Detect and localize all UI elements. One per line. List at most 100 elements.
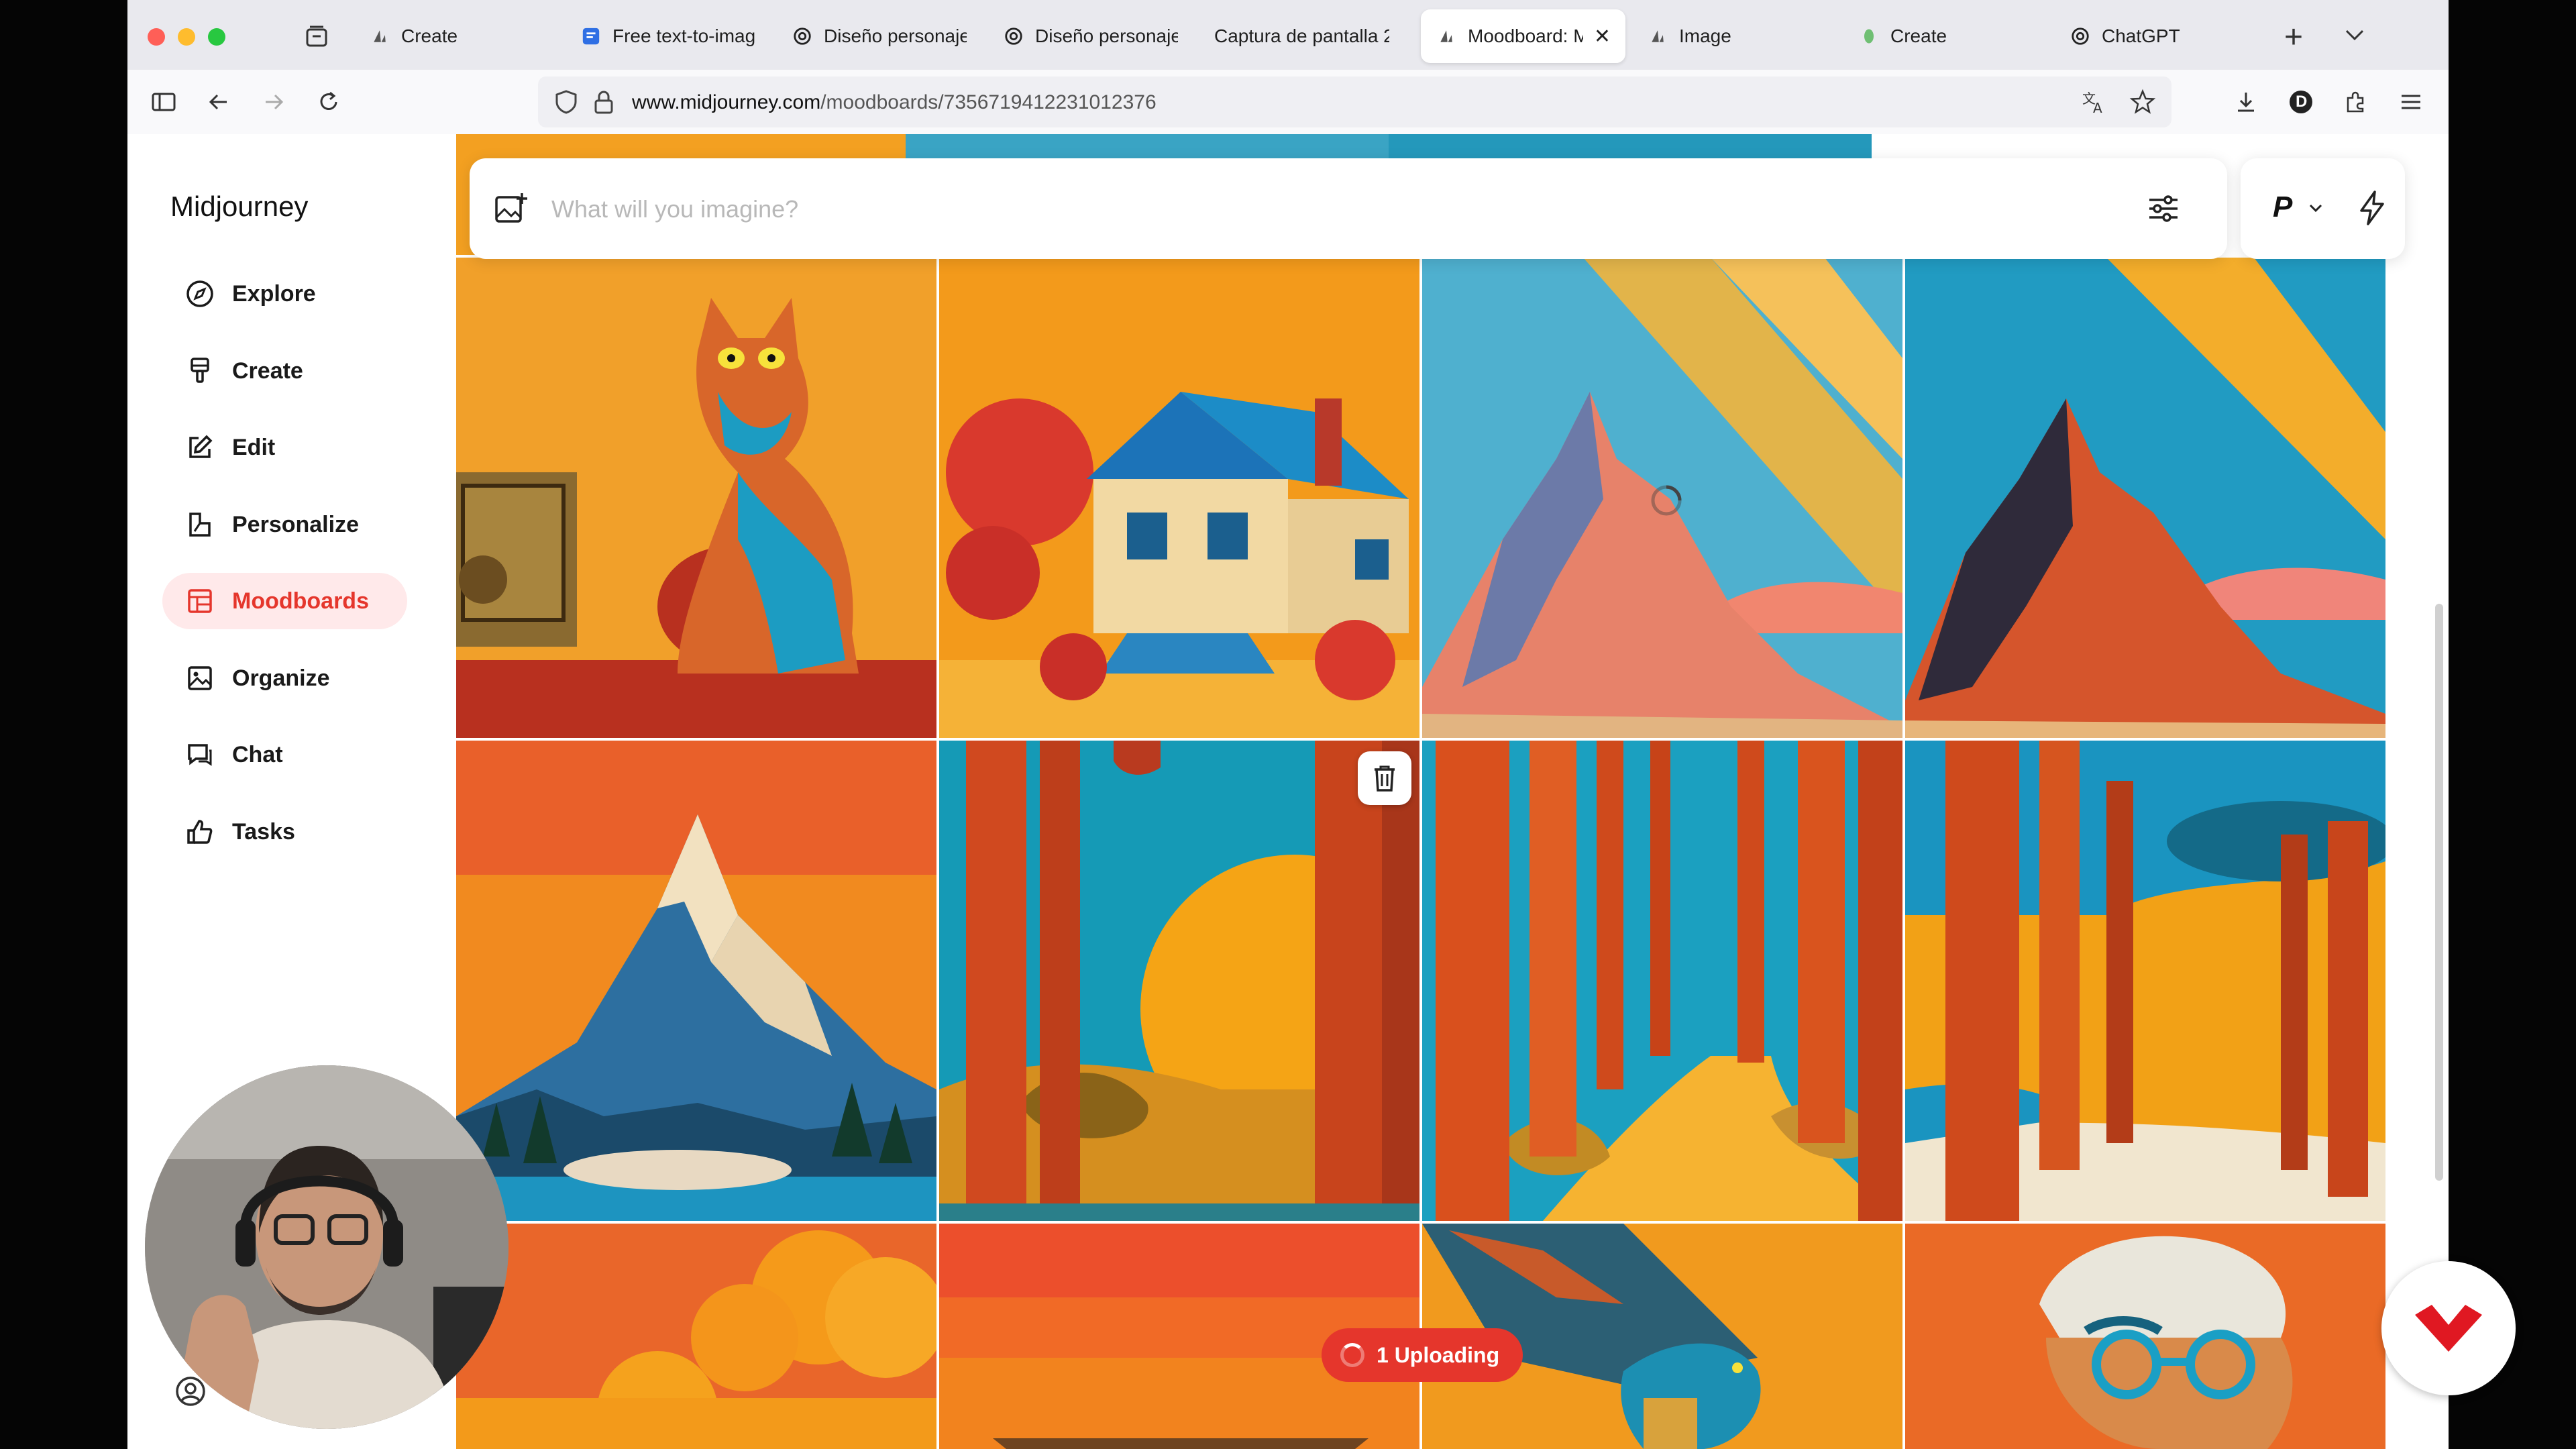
browser-tab[interactable]: Diseño personaje (777, 9, 981, 63)
sidebar-item-label: Personalize (232, 511, 359, 537)
bookmark-star-icon[interactable] (2129, 89, 2156, 119)
sidebar-item-tasks[interactable]: Tasks (162, 804, 407, 860)
moodboard-image-clouds[interactable] (456, 1224, 936, 1449)
browser-tab[interactable]: ChatGPT (2055, 9, 2259, 63)
tab-label: Free text-to-image (612, 25, 755, 46)
minimize-window-button[interactable] (178, 28, 195, 46)
sidebar-item-label: Create (232, 358, 303, 384)
tab-list-chevron-icon[interactable] (2341, 21, 2368, 52)
tab-label: Captura de pantalla 2( (1214, 25, 1389, 46)
lightning-icon[interactable] (2356, 189, 2388, 230)
url-text[interactable]: www.midjourney.com/moodboards/7356719412… (632, 91, 1157, 114)
settings-sliders-icon[interactable] (2147, 192, 2180, 225)
tab-strip: Create Free text-to-image Diseño persona… (127, 0, 2449, 70)
brand-logo-icon (2415, 1305, 2482, 1352)
upload-status-pill[interactable]: 1 Uploading (1322, 1328, 1523, 1382)
browser-tab[interactable]: Diseño personaje (988, 9, 1193, 63)
chat-icon (188, 744, 212, 766)
zoom-window-button[interactable] (208, 28, 225, 46)
midjourney-icon (369, 25, 390, 47)
browser-tab[interactable]: Free text-to-image (566, 9, 770, 63)
svg-text:A: A (2093, 100, 2102, 115)
sidebar-item-personalize[interactable]: Personalize (162, 496, 407, 553)
extensions-icon[interactable] (2343, 89, 2369, 115)
tab-label: Moodboard: Mc (1468, 25, 1583, 46)
moodboard-image-cat[interactable] (456, 258, 936, 738)
midjourney-icon (1436, 25, 1457, 47)
tab-label: Image (1679, 25, 1731, 46)
download-icon[interactable] (2233, 89, 2259, 115)
close-window-button[interactable] (148, 28, 165, 46)
shield-icon[interactable] (553, 89, 580, 119)
browser-tab[interactable]: Create (354, 9, 559, 63)
sidebar-item-explore[interactable]: Explore (162, 266, 407, 322)
forward-arrow-icon[interactable] (260, 89, 287, 115)
tab-label: ChatGPT (2102, 25, 2180, 46)
loading-spinner-icon (1649, 483, 1684, 518)
sidebar-item-edit[interactable]: Edit (162, 419, 407, 476)
prompt-input[interactable] (550, 185, 2096, 233)
mode-controls: P (2241, 158, 2405, 259)
midjourney-icon (1647, 25, 1668, 47)
leaf-icon (1858, 25, 1880, 47)
url-path: /moodboards/7356719412231012376 (820, 91, 1157, 113)
sidebar-item-label: Edit (232, 434, 276, 460)
webcam-overlay (145, 1065, 508, 1429)
tab-label: Create (401, 25, 458, 46)
new-tab-button[interactable]: + (2284, 19, 2303, 56)
sidebar-item-label: Explore (232, 280, 316, 307)
tab-collections-icon[interactable] (303, 23, 330, 50)
chatgpt-icon (2070, 25, 2091, 47)
profile-avatar[interactable]: D (2288, 89, 2314, 115)
thumbs-up-icon (187, 820, 213, 844)
sidebar-item-label: Organize (232, 665, 330, 691)
account-icon[interactable] (174, 1375, 207, 1407)
menu-icon[interactable] (2398, 89, 2424, 115)
trash-icon (1375, 765, 1395, 792)
chatgpt-icon (1003, 25, 1024, 47)
sidebar-toggle-icon[interactable] (150, 89, 177, 115)
brand-logo-badge (2381, 1261, 2516, 1395)
upload-status-text: 1 Uploading (1377, 1342, 1500, 1367)
brush-icon (191, 358, 209, 383)
browser-tab[interactable]: Captura de pantalla 2( (1199, 9, 1404, 63)
brand-title[interactable]: Midjourney (170, 191, 308, 223)
document-icon (580, 25, 602, 47)
upload-spinner-icon (1340, 1343, 1364, 1367)
moodboard-image-house[interactable] (939, 258, 1419, 738)
sidebar-item-chat[interactable]: Chat (162, 727, 407, 783)
browser-tab-active[interactable]: Moodboard: Mc ✕ (1421, 9, 1625, 63)
translate-icon[interactable]: 文A (2081, 89, 2108, 119)
tab-label: Create (1890, 25, 1947, 46)
close-tab-icon[interactable]: ✕ (1594, 25, 1611, 48)
moodboard-icon (188, 589, 212, 613)
moodboard-image-mountain-dark[interactable] (1905, 258, 2385, 738)
browser-tab[interactable]: Create (1843, 9, 2048, 63)
edit-icon (189, 435, 213, 458)
sidebar-item-moodboards[interactable]: Moodboards (162, 573, 407, 629)
moodboard-image-old-man[interactable] (1905, 1224, 2385, 1449)
prompt-bar (470, 158, 2227, 259)
sidebar-item-label: Tasks (232, 818, 295, 845)
back-arrow-icon[interactable] (205, 89, 232, 115)
chevron-down-icon[interactable] (2306, 199, 2325, 221)
moodboard-image-mountain-snow[interactable] (456, 741, 936, 1221)
sidebar-item-organize[interactable]: Organize (162, 650, 407, 706)
scrollbar[interactable] (2435, 604, 2443, 1181)
moodboard-image-forest-sun[interactable] (939, 741, 1419, 1221)
compass-icon (186, 280, 213, 307)
chatgpt-icon (792, 25, 813, 47)
reload-icon[interactable] (315, 89, 342, 115)
moodboard-image-forest-trees[interactable] (1905, 741, 2385, 1221)
browser-tab[interactable]: Image (1632, 9, 1837, 63)
tab-label: Diseño personaje (1035, 25, 1178, 46)
profile-initial: D (2296, 93, 2308, 111)
address-bar[interactable]: www.midjourney.com/moodboards/7356719412… (538, 76, 2171, 127)
sidebar-item-create[interactable]: Create (162, 343, 407, 399)
moodboard-image-forest-path[interactable] (1422, 741, 1902, 1221)
delete-image-button[interactable] (1358, 751, 1411, 805)
lock-icon[interactable] (592, 89, 616, 119)
sidebar-item-label: Chat (232, 741, 283, 767)
personalization-toggle[interactable]: P (2273, 191, 2292, 224)
add-image-icon[interactable] (494, 192, 529, 227)
